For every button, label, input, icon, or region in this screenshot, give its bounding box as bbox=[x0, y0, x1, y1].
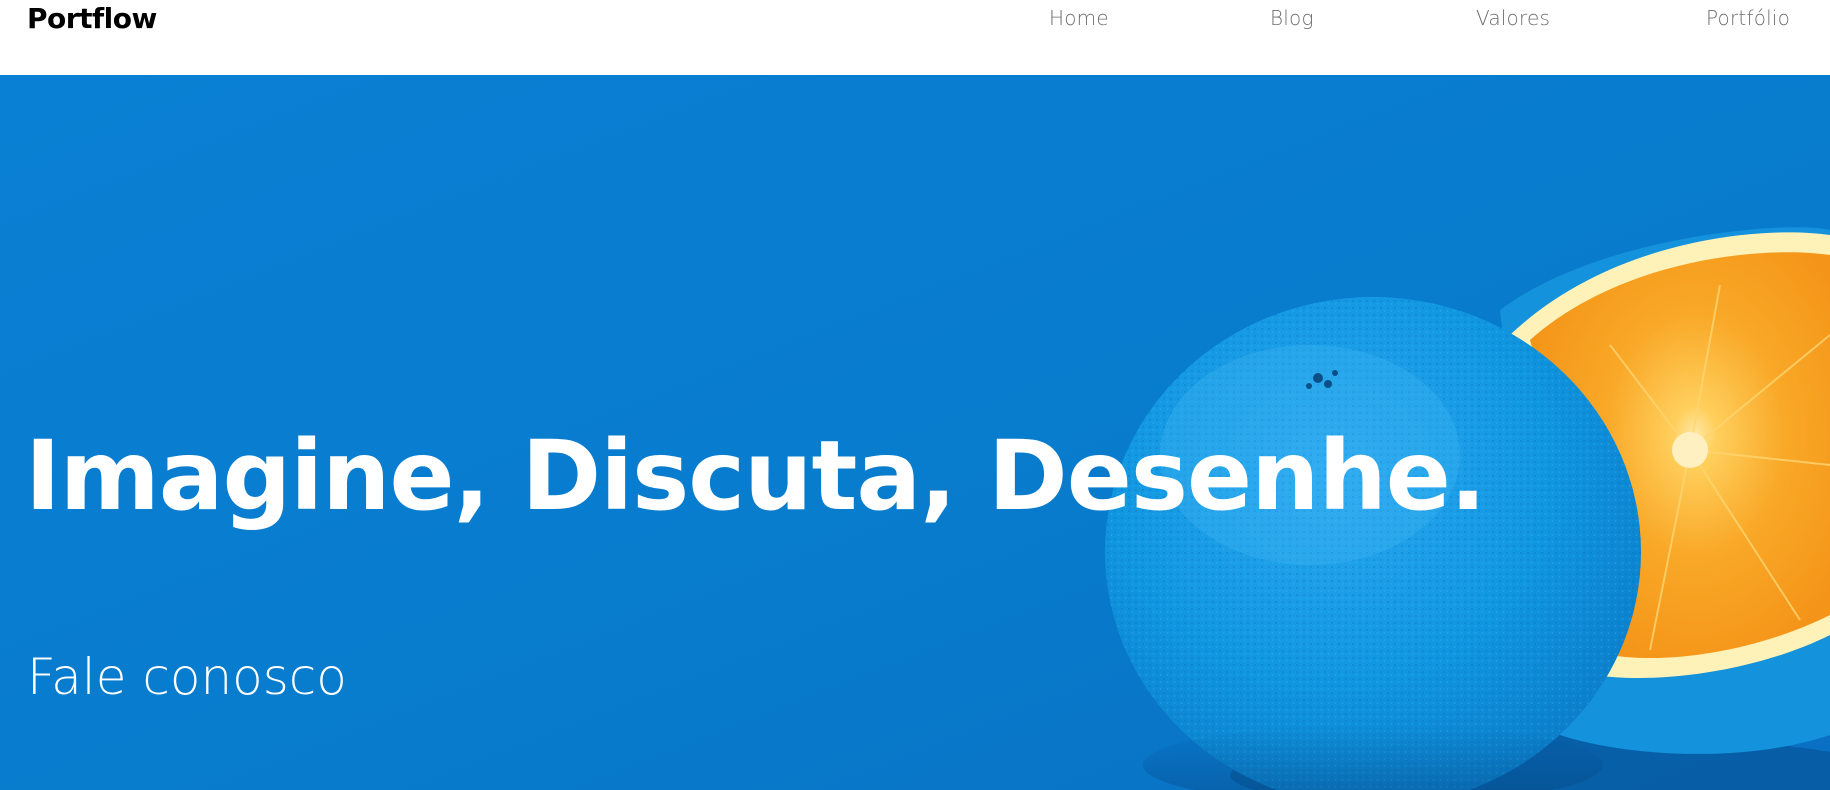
blue-orange bbox=[1105, 297, 1641, 790]
nav-link-valores[interactable]: Valores bbox=[1476, 6, 1550, 30]
nav-link-home[interactable]: Home bbox=[1049, 6, 1109, 30]
hero-section: Imagine, Discuta, Desenhe. Fale conosco bbox=[0, 75, 1830, 790]
nav-link-portfolio[interactable]: Portfólio bbox=[1706, 6, 1790, 30]
brand-logo[interactable]: Portflow bbox=[27, 2, 157, 35]
top-navbar: Portflow Home Blog Valores Portfólio bbox=[0, 0, 1830, 75]
contact-link[interactable]: Fale conosco bbox=[27, 648, 347, 706]
nav-link-blog[interactable]: Blog bbox=[1270, 6, 1314, 30]
hero-title: Imagine, Discuta, Desenhe. bbox=[25, 420, 1486, 532]
